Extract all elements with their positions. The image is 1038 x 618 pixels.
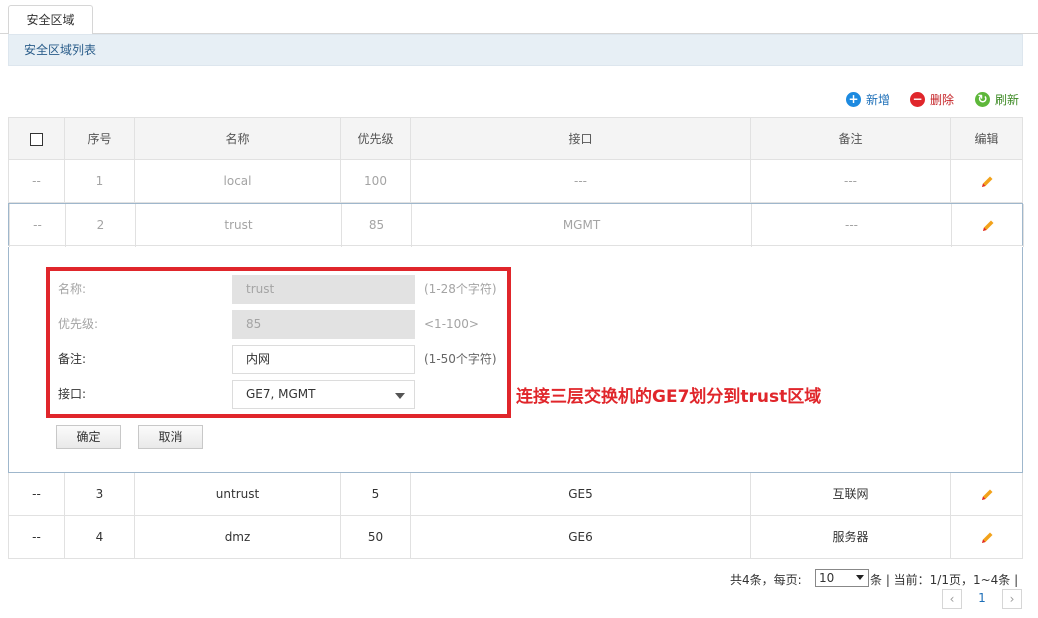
row-index: 4 bbox=[64, 516, 134, 559]
interface-label: 接口: bbox=[58, 387, 87, 401]
page-size-value: 10 bbox=[819, 571, 835, 585]
row-interface: GE5 bbox=[410, 473, 750, 516]
header-name: 名称 bbox=[134, 118, 340, 161]
row-index: 2 bbox=[65, 204, 135, 247]
section-title: 安全区域列表 bbox=[8, 34, 1023, 66]
confirm-button[interactable]: 确定 bbox=[56, 425, 121, 449]
row-note: --- bbox=[751, 204, 951, 247]
interface-select[interactable]: GE7, MGMT bbox=[232, 380, 415, 409]
pager-total: 共4条，每页: bbox=[730, 573, 802, 587]
table-row: -- 3 untrust 5 GE5 互联网 bbox=[8, 473, 1023, 516]
edit-pencil-icon[interactable] bbox=[980, 531, 994, 545]
next-page-button[interactable]: › bbox=[1002, 589, 1022, 609]
header-index: 序号 bbox=[64, 118, 134, 161]
caret-down-icon bbox=[856, 575, 864, 580]
annotation-text: 连接三层交换机的GE7划分到trust区域 bbox=[516, 387, 822, 407]
chevron-down-icon bbox=[395, 393, 405, 399]
row-interface: GE6 bbox=[410, 516, 750, 559]
row-note: --- bbox=[750, 160, 950, 203]
pagination-bar: 共4条，每页: 10 条 | 当前：1/1页，1~4条 | bbox=[0, 569, 1038, 589]
header-note: 备注 bbox=[750, 118, 950, 161]
note-hint: (1-50个字符) bbox=[424, 352, 497, 366]
row-index: 3 bbox=[64, 473, 134, 516]
cancel-button[interactable]: 取消 bbox=[138, 425, 203, 449]
tab-bar: 安全区域 bbox=[0, 0, 1038, 35]
header-edit: 编辑 bbox=[950, 118, 1023, 161]
plus-icon: + bbox=[846, 91, 861, 107]
row-priority: 100 bbox=[340, 160, 410, 203]
row-select: -- bbox=[8, 160, 64, 203]
edit-pencil-icon[interactable] bbox=[981, 219, 995, 233]
prev-page-button[interactable]: ‹ bbox=[942, 589, 962, 609]
row-edit bbox=[950, 516, 1023, 559]
delete-button[interactable]: − 删除 bbox=[910, 89, 954, 109]
row-interface: MGMT bbox=[411, 204, 751, 247]
name-hint: (1-28个字符) bbox=[424, 282, 497, 296]
row-priority: 5 bbox=[340, 473, 410, 516]
row-edit bbox=[950, 473, 1023, 516]
pager-status: 条 | 当前：1/1页，1~4条 | bbox=[870, 573, 1019, 587]
row-note: 服务器 bbox=[750, 516, 950, 559]
row-select: -- bbox=[8, 473, 64, 516]
tab-security-zone[interactable]: 安全区域 bbox=[8, 5, 93, 35]
row-name: local bbox=[134, 160, 340, 203]
name-field: trust bbox=[232, 275, 415, 304]
row-priority: 85 bbox=[341, 204, 411, 247]
edit-pencil-icon[interactable] bbox=[980, 488, 994, 502]
page-size-select[interactable]: 10 bbox=[815, 569, 869, 587]
row-interface: --- bbox=[410, 160, 750, 203]
name-label: 名称: bbox=[58, 282, 87, 296]
refresh-label: 刷新 bbox=[995, 92, 1020, 107]
select-all-cell bbox=[8, 118, 64, 161]
toolbar: + 新增 − 删除 ↻ 刷新 bbox=[0, 89, 1038, 109]
current-page[interactable]: 1 bbox=[972, 591, 992, 605]
row-edit bbox=[950, 160, 1023, 203]
priority-field: 85 bbox=[232, 310, 415, 339]
header-interface: 接口 bbox=[410, 118, 750, 161]
table-header: 序号 名称 优先级 接口 备注 编辑 bbox=[8, 117, 1023, 161]
row-priority: 50 bbox=[340, 516, 410, 559]
header-priority: 优先级 bbox=[340, 118, 410, 161]
priority-label: 优先级: bbox=[58, 317, 99, 331]
delete-label: 删除 bbox=[930, 92, 955, 107]
minus-icon: − bbox=[910, 91, 925, 107]
priority-hint: <1-100> bbox=[424, 317, 479, 331]
edit-pencil-icon[interactable] bbox=[980, 175, 994, 189]
note-field[interactable]: 内网 bbox=[232, 345, 415, 374]
row-note: 互联网 bbox=[750, 473, 950, 516]
table-row-expanded: -- 2 trust 85 MGMT --- bbox=[8, 203, 1024, 247]
row-name: trust bbox=[135, 204, 341, 247]
row-name: untrust bbox=[134, 473, 340, 516]
row-select: -- bbox=[8, 516, 64, 559]
table-row: -- 1 local 100 --- --- bbox=[8, 160, 1023, 203]
refresh-button[interactable]: ↻ 刷新 bbox=[975, 89, 1019, 109]
table-row: -- 4 dmz 50 GE6 服务器 bbox=[8, 516, 1023, 559]
note-label: 备注: bbox=[58, 352, 87, 366]
interface-select-value: GE7, MGMT bbox=[246, 387, 316, 401]
add-label: 新增 bbox=[866, 92, 891, 107]
edit-panel: 名称: trust (1-28个字符) 优先级: 85 <1-100> 备注: … bbox=[8, 247, 1023, 473]
row-name: dmz bbox=[134, 516, 340, 559]
refresh-icon: ↻ bbox=[975, 91, 990, 107]
row-edit bbox=[951, 204, 1024, 247]
add-button[interactable]: + 新增 bbox=[846, 89, 890, 109]
select-all-checkbox[interactable] bbox=[30, 133, 43, 146]
row-index: 1 bbox=[64, 160, 134, 203]
row-select: -- bbox=[9, 204, 65, 247]
